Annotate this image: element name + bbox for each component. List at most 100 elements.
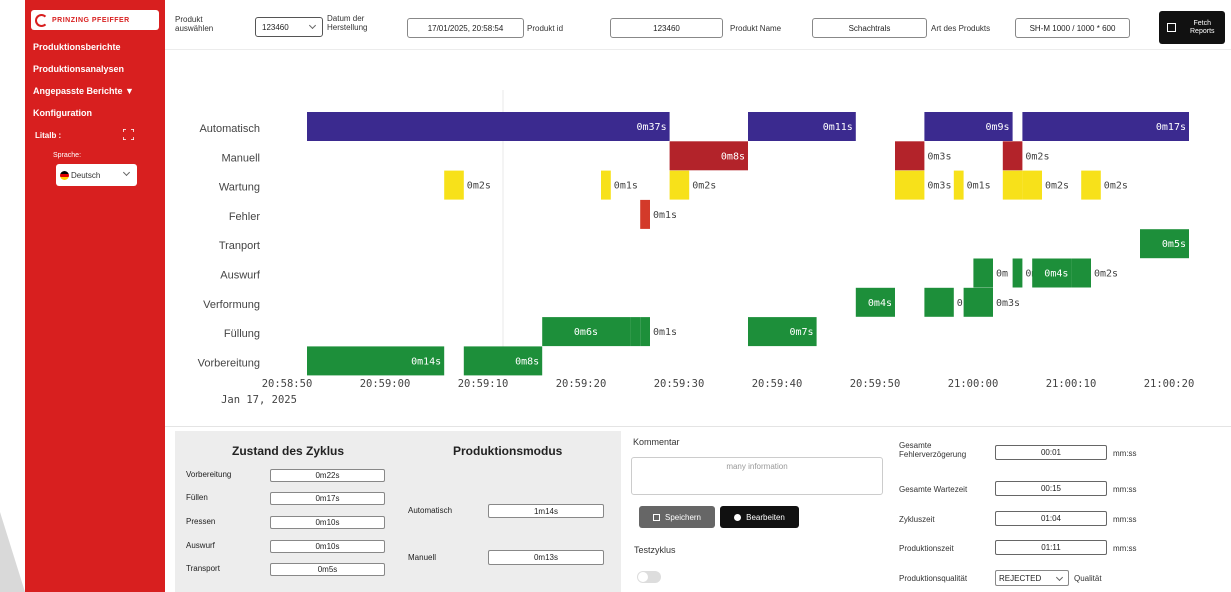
timeline-bar bbox=[1002, 170, 1023, 200]
fehler-label-line1: Gesamte bbox=[899, 441, 932, 450]
timeline-bar bbox=[1071, 258, 1091, 288]
bar-duration-label: 0m3s bbox=[996, 298, 1020, 309]
chevron-down-icon bbox=[308, 21, 317, 30]
unit-label: mm:ss bbox=[1113, 544, 1137, 553]
language-label: Sprache: bbox=[53, 152, 82, 159]
chevron-down-icon bbox=[1055, 573, 1064, 582]
wartezeit-label: Gesamte Wartezeit bbox=[899, 485, 968, 494]
bar-duration-label: 0m11s bbox=[823, 122, 853, 133]
timeline-bar bbox=[640, 317, 650, 347]
produkt-label-line1: Produkt bbox=[175, 15, 203, 24]
bar-duration-label: 0m1s bbox=[967, 181, 991, 192]
bar-duration-label: 0m5s bbox=[1162, 239, 1186, 250]
bottom-section: Zustand des Zyklus Produktionsmodus Vorb… bbox=[165, 426, 1231, 592]
edit-button[interactable]: Bearbeiten bbox=[720, 506, 799, 528]
testzyklus-toggle[interactable] bbox=[637, 571, 661, 583]
bar-duration-label: 0m1s bbox=[653, 210, 677, 221]
zustand-row-label: Füllen bbox=[186, 493, 208, 502]
page: PRINZING PFEIFFER Produktionsberichte Pr… bbox=[0, 0, 1231, 592]
qualitaet-label: Produktionsqualität bbox=[899, 574, 968, 583]
bar-duration-label: 0m8s bbox=[515, 356, 539, 367]
timeline-bar bbox=[924, 287, 954, 317]
nav-produktionsanalysen[interactable]: Produktionsanalysen bbox=[33, 64, 163, 75]
bar-duration-label: 0m9s bbox=[986, 122, 1010, 133]
nav-angepasste-berichte[interactable]: Angepasste Berichte ▼ bbox=[33, 86, 163, 97]
datum-label: Datum der Herstellung bbox=[327, 14, 367, 32]
bar-duration-label: 0m14s bbox=[411, 356, 441, 367]
timeline-bar bbox=[601, 170, 611, 200]
modus-row-value: 1m14s bbox=[488, 504, 604, 518]
zustand-row-label: Pressen bbox=[186, 517, 216, 526]
timeline-bar bbox=[1002, 141, 1023, 171]
timeline-bar bbox=[1022, 170, 1042, 200]
bar-duration-label: 0m1s bbox=[653, 327, 677, 338]
art-field[interactable]: SH-M 1000 / 1000 * 600 bbox=[1015, 18, 1130, 38]
produkt-id-field[interactable]: 123460 bbox=[610, 18, 723, 38]
row-label-auswurf: Auswurf bbox=[220, 270, 261, 282]
qualitaet-value: REJECTED bbox=[999, 573, 1042, 583]
x-tick-label: 20:59:30 bbox=[654, 378, 705, 390]
kommentar-textarea[interactable]: many information bbox=[631, 457, 883, 495]
logo[interactable]: PRINZING PFEIFFER bbox=[31, 10, 159, 30]
unit-label: mm:ss bbox=[1113, 449, 1137, 458]
timeline-bar bbox=[895, 170, 925, 200]
produkt-name-field[interactable]: Schachtrals bbox=[812, 18, 927, 38]
save-icon bbox=[652, 513, 660, 521]
bar-duration-label: 0m3s bbox=[927, 181, 951, 192]
row-label-vorbereitung: Vorbereitung bbox=[198, 357, 260, 369]
zustand-row-label: Transport bbox=[186, 564, 220, 573]
produkt-id-label: Produkt id bbox=[527, 24, 564, 33]
timeline-chart: Automatisch Manuell Wartung Fehler Tranport A… bbox=[165, 50, 1231, 426]
x-tick-label: 20:59:20 bbox=[556, 378, 607, 390]
qualitaet-select[interactable]: REJECTED bbox=[995, 570, 1069, 586]
save-button-label: Speichern bbox=[664, 512, 702, 522]
nav-konfiguration[interactable]: Konfiguration bbox=[33, 108, 163, 119]
bar-duration-label: 0m1s bbox=[614, 181, 638, 192]
produkt-label: Produkt auswählen bbox=[175, 15, 213, 33]
produktionszeit-value: 01:11 bbox=[995, 540, 1107, 555]
fetch-reports-button[interactable]: Fetch Reports bbox=[1159, 11, 1225, 44]
x-date-label: Jan 17, 2025 bbox=[221, 394, 297, 406]
bar-duration-label: 0m4s bbox=[868, 298, 892, 309]
timeline-bar bbox=[444, 170, 464, 200]
wartezeit-value: 00:15 bbox=[995, 481, 1107, 496]
logo-text: PRINZING PFEIFFER bbox=[52, 16, 130, 24]
bar-duration-label: 0m bbox=[996, 269, 1008, 280]
timeline-bar bbox=[1081, 170, 1101, 200]
timeline-bar bbox=[973, 258, 993, 288]
produkt-label-line2: auswählen bbox=[175, 24, 214, 33]
fehler-label-line2: Fehlerverzögerung bbox=[899, 450, 967, 459]
produktionsmodus-title: Produktionsmodus bbox=[453, 444, 563, 458]
zykluszeit-value: 01:04 bbox=[995, 511, 1107, 526]
x-tick-label: 20:59:40 bbox=[752, 378, 803, 390]
fehler-label: Gesamte Fehlerverzögerung bbox=[899, 441, 966, 459]
expand-icon[interactable] bbox=[123, 129, 134, 140]
produkt-select[interactable]: 123460 bbox=[255, 17, 323, 37]
datum-field[interactable]: 17/01/2025, 20:58:54 bbox=[407, 18, 524, 38]
row-label-wartung: Wartung bbox=[219, 182, 260, 194]
bar-duration-label: 0 bbox=[957, 298, 963, 309]
fetch-reports-label: Fetch Reports bbox=[1190, 20, 1215, 36]
save-button[interactable]: Speichern bbox=[639, 506, 715, 528]
zustand-row-value: 0m17s bbox=[270, 492, 385, 505]
bar-duration-label: 0m4s bbox=[1044, 269, 1068, 280]
row-label-tranport: Tranport bbox=[219, 240, 260, 252]
bar-duration-label: 0m2s bbox=[1104, 181, 1128, 192]
fetch-label-line1: Fetch bbox=[1193, 19, 1212, 27]
testzyklus-label: Testzyklus bbox=[634, 545, 676, 555]
edit-icon bbox=[734, 513, 742, 521]
x-tick-label: 20:59:00 bbox=[360, 378, 411, 390]
timeline-bar bbox=[953, 170, 964, 200]
nav-produktionsberichte[interactable]: Produktionsberichte bbox=[33, 42, 163, 53]
row-label-verformung: Verformung bbox=[203, 299, 260, 311]
bar-duration-label: 0m17s bbox=[1156, 122, 1186, 133]
timeline-chart-svg: Automatisch Manuell Wartung Fehler Tranport A… bbox=[198, 90, 1194, 406]
x-tick-label: 20:59:50 bbox=[850, 378, 901, 390]
bar-duration-label: 0m2s bbox=[692, 181, 716, 192]
bar-duration-label: 0m2s bbox=[1094, 269, 1118, 280]
sidebar-nav: Produktionsberichte Produktionsanalysen … bbox=[33, 42, 163, 130]
logo-mark-icon bbox=[35, 13, 48, 27]
zustand-row-value: 0m10s bbox=[270, 516, 385, 529]
produkt-name-label: Produkt Name bbox=[730, 24, 782, 33]
language-select[interactable]: Deutsch bbox=[56, 164, 137, 186]
